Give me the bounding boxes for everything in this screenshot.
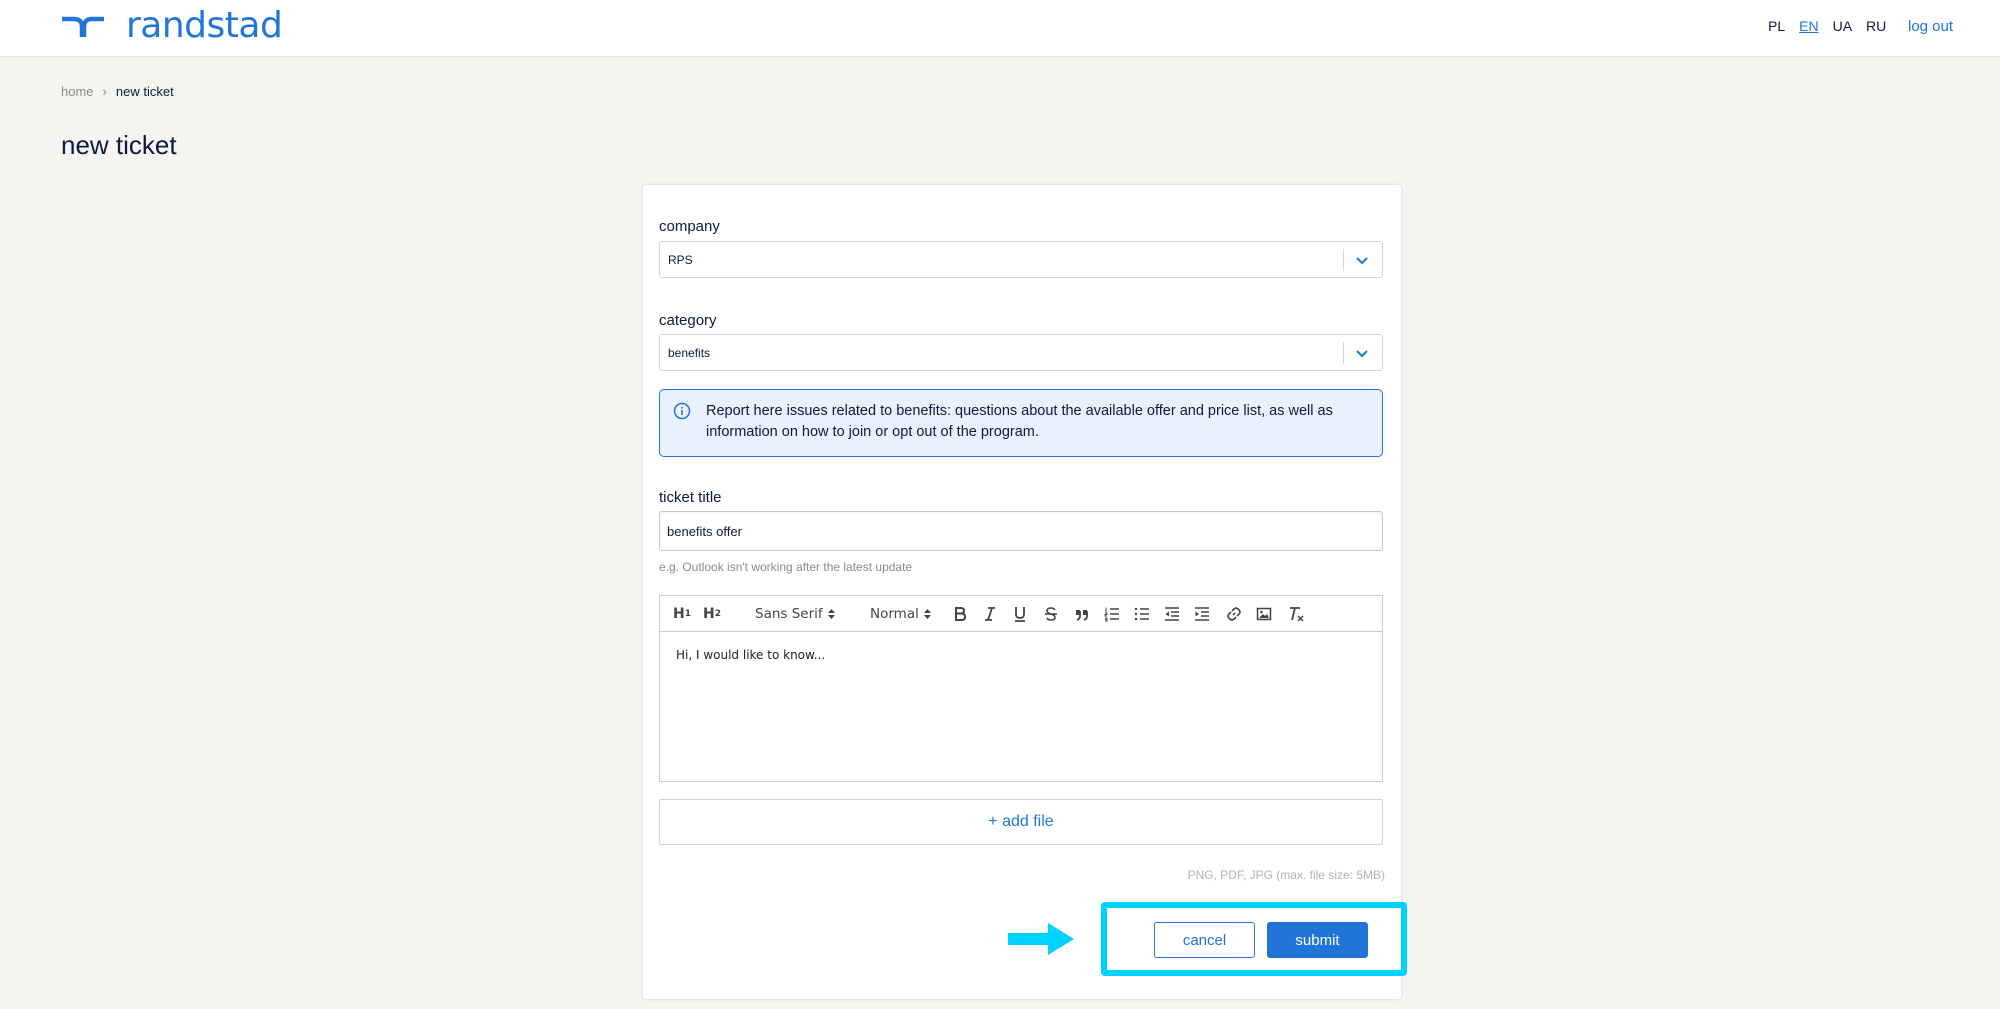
select-divider <box>1343 342 1344 364</box>
lang-ua[interactable]: UA <box>1833 18 1852 34</box>
bullet-list-button[interactable] <box>1134 604 1150 624</box>
bold-button[interactable] <box>953 604 967 624</box>
breadcrumb-separator: › <box>102 84 107 99</box>
link-button[interactable] <box>1226 604 1242 624</box>
indent-icon <box>1195 607 1209 621</box>
outdent-icon <box>1165 607 1179 621</box>
description-editor: H1 H2 Sans Serif Normal Hi, I would like… <box>659 595 1383 782</box>
add-file-button[interactable]: + add file <box>659 799 1383 845</box>
company-select[interactable]: RPS <box>659 241 1383 278</box>
image-button[interactable] <box>1256 604 1272 624</box>
breadcrumb: home › new ticket <box>61 84 174 99</box>
company-select-value: RPS <box>668 253 693 267</box>
image-icon <box>1256 607 1272 621</box>
strike-icon <box>1045 607 1057 621</box>
heading-2-sub: 2 <box>714 609 721 619</box>
submit-button[interactable]: submit <box>1267 922 1368 958</box>
updown-arrows-icon <box>923 609 931 619</box>
heading-2-letter: H <box>703 606 715 622</box>
select-divider <box>1343 249 1344 271</box>
italic-button[interactable] <box>983 604 997 624</box>
heading-1-button[interactable]: H1 <box>673 604 691 624</box>
underline-icon <box>1015 607 1025 622</box>
lang-en[interactable]: EN <box>1799 18 1818 34</box>
lang-ru[interactable]: RU <box>1866 18 1886 34</box>
bullet-list-icon <box>1134 607 1149 621</box>
font-family-picker[interactable]: Sans Serif <box>755 604 835 624</box>
page-title: new ticket <box>61 130 177 160</box>
top-header: randstad PL EN UA RU log out <box>0 0 2000 57</box>
ticket-title-input[interactable] <box>659 511 1383 551</box>
logo-text: randstad <box>126 5 283 46</box>
info-icon <box>673 402 691 420</box>
heading-2-button[interactable]: H2 <box>703 604 721 624</box>
ordered-list-button[interactable] <box>1104 604 1120 624</box>
indent-button[interactable] <box>1194 604 1210 624</box>
category-select[interactable]: benefits <box>659 334 1383 371</box>
font-family-value: Sans Serif <box>755 606 823 622</box>
breadcrumb-current: new ticket <box>115 84 174 99</box>
heading-1-sub: 1 <box>684 609 691 619</box>
strike-button[interactable] <box>1044 604 1058 624</box>
underline-button[interactable] <box>1013 604 1027 624</box>
heading-1-letter: H <box>673 606 685 622</box>
font-size-value: Normal <box>870 606 919 622</box>
category-info-box: Report here issues related to benefits: … <box>659 389 1383 457</box>
lang-pl[interactable]: PL <box>1768 18 1785 34</box>
randstad-logo[interactable]: randstad <box>60 5 283 46</box>
editor-toolbar: H1 H2 Sans Serif Normal <box>660 596 1382 632</box>
ticket-title-label: ticket title <box>659 489 722 506</box>
logout-link[interactable]: log out <box>1908 18 1953 35</box>
updown-arrows-icon <box>827 609 835 619</box>
chevron-down-icon <box>1356 350 1368 358</box>
category-info-text: Report here issues related to benefits: … <box>706 403 1333 440</box>
chevron-down-icon <box>1356 257 1368 265</box>
outdent-button[interactable] <box>1164 604 1180 624</box>
blockquote-button[interactable] <box>1074 604 1090 624</box>
category-select-value: benefits <box>668 346 711 360</box>
new-ticket-form: company RPS category benefits Report her… <box>643 185 1401 999</box>
ticket-title-hint: e.g. Outlook isn't working after the lat… <box>659 560 913 574</box>
ordered-list-icon <box>1104 607 1119 622</box>
bold-icon <box>955 607 967 621</box>
cancel-button[interactable]: cancel <box>1154 922 1255 958</box>
language-switcher: PL EN UA RU <box>1768 18 1886 34</box>
blockquote-icon <box>1076 610 1088 621</box>
clear-format-icon <box>1290 607 1304 622</box>
breadcrumb-home[interactable]: home <box>61 84 94 99</box>
randstad-logo-icon <box>62 16 104 37</box>
editor-content[interactable]: Hi, I would like to know... <box>676 648 825 662</box>
company-label: company <box>659 218 720 235</box>
italic-icon <box>985 607 995 621</box>
font-size-picker[interactable]: Normal <box>870 604 931 624</box>
link-icon <box>1227 607 1241 621</box>
category-label: category <box>659 312 717 329</box>
clear-format-button[interactable] <box>1288 604 1306 624</box>
file-hint: PNG, PDF, JPG (max. file size: 5MB) <box>1187 868 1385 882</box>
